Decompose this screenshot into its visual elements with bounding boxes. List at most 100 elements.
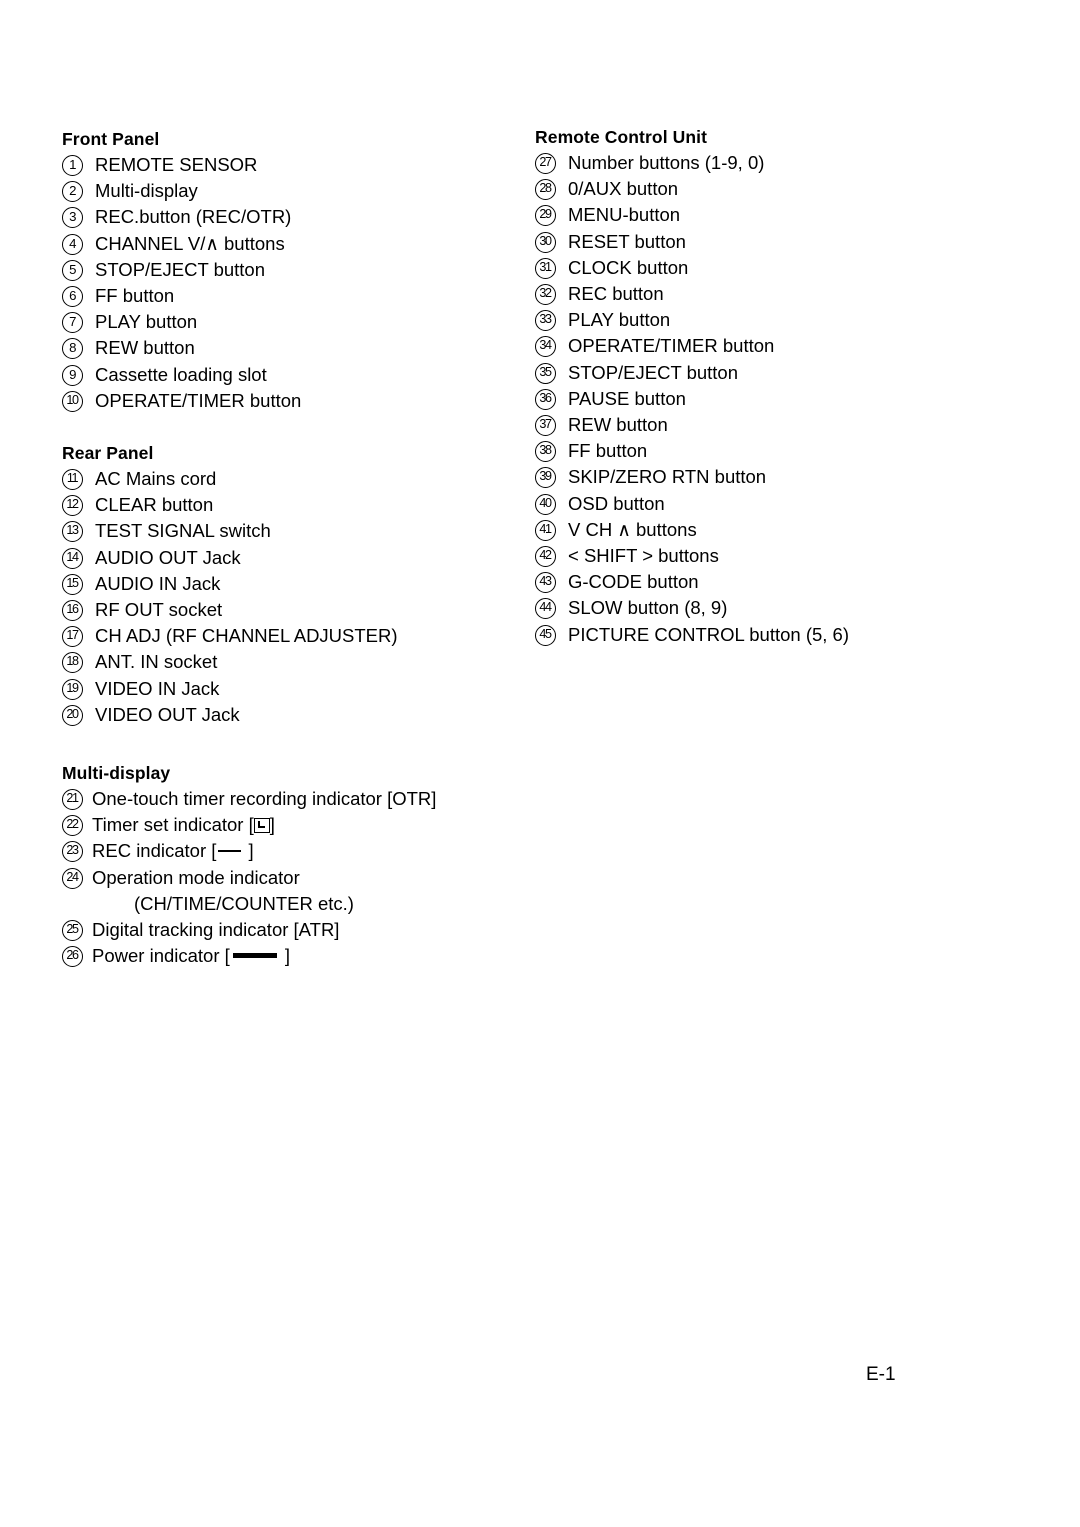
item-label: RESET button [568, 230, 686, 252]
item-label: SKIP/ZERO RTN button [568, 466, 767, 488]
item-number-badge: 31 [535, 257, 556, 279]
item-label: 0/AUX button [568, 178, 679, 200]
item-label: AC Mains cord [95, 468, 217, 490]
list-item: 21 One-touch timer recording indicator [O… [62, 786, 532, 812]
item-label: AUDIO OUT Jack [95, 546, 241, 568]
list-item: 1 REMOTE SENSOR [62, 152, 532, 178]
item-number-badge: 43 [535, 572, 556, 594]
list-item: 45 PICTURE CONTROL button (5, 6) [535, 622, 1005, 648]
item-number-badge: 8 [62, 338, 83, 360]
item-label: Number buttons (1-9, 0) [568, 152, 765, 173]
list-item: 33 PLAY button [535, 307, 1005, 333]
list-item: 41 V CH ∧ buttons [535, 517, 1005, 543]
item-number-badge: 37 [535, 415, 556, 437]
item-number-badge: 21 [62, 789, 83, 811]
item-label: VIDEO IN Jack [95, 677, 220, 699]
list-item: 15 AUDIO IN Jack [62, 571, 532, 597]
list-item: 36 PAUSE button [535, 386, 1005, 412]
item-number-badge: 18 [62, 652, 83, 674]
item-label: PLAY button [95, 311, 198, 333]
item-label: RF OUT socket [95, 599, 223, 621]
list-item: 17 CH ADJ (RF CHANNEL ADJUSTER) [62, 623, 532, 649]
item-label: MENU-button [568, 204, 681, 226]
section-heading: Rear Panel [62, 443, 154, 464]
list-item: 13 TEST SIGNAL switch [62, 518, 532, 544]
section-heading: Multi-display [62, 763, 171, 784]
item-number-badge: 12 [62, 495, 83, 517]
item-label: REW button [568, 414, 668, 436]
item-label: REW button [95, 337, 195, 359]
item-label: CLOCK button [568, 256, 689, 278]
item-number-badge: 23 [62, 841, 83, 863]
item-label: STOP/EJECT button [95, 258, 266, 280]
item-number-badge: 7 [62, 312, 83, 334]
item-number-badge: 35 [535, 362, 556, 384]
list-item: 29 MENU-button [535, 202, 1005, 228]
item-label: Timer set indicator [] [92, 814, 275, 836]
item-label: G-CODE button [568, 571, 699, 593]
item-label: CLEAR button [95, 494, 214, 516]
item-number-badge: 15 [62, 573, 83, 595]
list-item: 16 RF OUT socket [62, 597, 532, 623]
item-number-badge: 41 [535, 519, 556, 541]
document-page: Front Panel 1 REMOTE SENSOR 2 Multi-display… [0, 0, 1080, 1527]
list-item: 10 OPERATE/TIMER button [62, 388, 532, 414]
item-label: TEST SIGNAL switch [95, 520, 271, 542]
section-front-panel: Front Panel 1 REMOTE SENSOR 2 Multi-display… [62, 126, 532, 414]
list-item: 23 REC indicator [ ] [62, 838, 532, 864]
item-label: ANT. IN socket [95, 651, 218, 673]
list-item: 38 FF button [535, 438, 1005, 464]
right-column: Remote Control Unit 27 Number buttons (1-… [535, 124, 1005, 648]
item-label: AUDIO IN Jack [95, 572, 221, 594]
item-number-badge: 32 [535, 284, 556, 306]
list-item: 37 REW button [535, 412, 1005, 438]
item-number-badge: 22 [62, 815, 83, 837]
item-number-badge: 45 [535, 624, 556, 646]
list-item: 7 PLAY button [62, 309, 532, 335]
list-item: 4 CHANNEL V/∧ buttons [62, 231, 532, 257]
list-item: 20 VIDEO OUT Jack [62, 702, 532, 728]
item-label: SLOW button (8, 9) [568, 597, 728, 619]
item-label-continuation: (CH/TIME/COUNTER etc.) [134, 892, 354, 914]
item-label: One-touch timer recording indicator [OTR… [92, 788, 437, 810]
item-number-badge: 33 [535, 310, 556, 332]
list-item: 6 FF button [62, 283, 532, 309]
item-label: CHANNEL V/∧ buttons [95, 232, 285, 254]
item-number-badge: 36 [535, 388, 556, 410]
section-heading: Remote Control Unit [535, 127, 708, 147]
item-label: OSD button [568, 492, 665, 514]
item-label: OPERATE/TIMER button [568, 335, 775, 357]
item-number-badge: 14 [62, 547, 83, 569]
section-multi-display: Multi-display 21 One-touch timer recordin… [62, 760, 532, 969]
list-item: 44 SLOW button (8, 9) [535, 595, 1005, 621]
section-remote-control-unit: Remote Control Unit 27 Number buttons (1-… [535, 124, 1005, 648]
section-rear-panel: Rear Panel 11 AC Mains cord 12 CLEAR button… [62, 440, 532, 728]
power-bar-icon [232, 953, 277, 959]
item-number-badge: 40 [535, 493, 556, 515]
item-label: PAUSE button [568, 387, 686, 409]
item-number-badge: 9 [62, 364, 83, 386]
list-item: 5 STOP/EJECT button [62, 257, 532, 283]
item-label: REC indicator [ ] [92, 840, 254, 862]
item-label: V CH ∧ buttons [568, 518, 697, 540]
item-number-badge: 11 [62, 469, 83, 491]
list-item: 24 Operation mode indicator (CH/TIME/COUNT… [62, 865, 532, 917]
timer-set-icon [253, 818, 270, 834]
item-label: PLAY button [568, 309, 671, 331]
list-item: 26 Power indicator [ ] [62, 943, 532, 969]
item-label: REC.button (REC/OTR) [95, 206, 292, 228]
item-number-badge: 27 [535, 153, 556, 174]
list-item: 43 G-CODE button [535, 569, 1005, 595]
item-number-badge: 5 [62, 259, 83, 281]
list-item: 39 SKIP/ZERO RTN button [535, 464, 1005, 490]
item-number-badge: 34 [535, 336, 556, 358]
section-heading: Front Panel [62, 129, 160, 149]
item-label: STOP/EJECT button [568, 361, 739, 383]
list-item: 25 Digital tracking indicator [ATR] [62, 917, 532, 943]
item-number-badge: 28 [535, 179, 556, 201]
list-item: 22 Timer set indicator [] [62, 812, 532, 838]
item-label: < SHIFT > buttons [568, 545, 719, 567]
item-number-badge: 2 [62, 181, 83, 203]
item-label: Digital tracking indicator [ATR] [92, 919, 340, 941]
